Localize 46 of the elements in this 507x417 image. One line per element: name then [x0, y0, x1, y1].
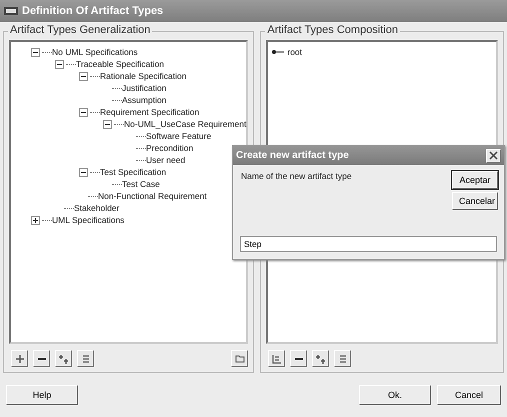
remove-button[interactable]	[33, 350, 50, 367]
expand-icon[interactable]	[31, 216, 40, 224]
tree-item[interactable]: Traceable Specification	[76, 59, 164, 69]
add-button[interactable]	[11, 350, 28, 367]
prompt-text: Name of the new artifact type	[241, 171, 353, 183]
folder-button[interactable]	[231, 350, 248, 367]
remove-button[interactable]	[290, 350, 308, 367]
tree-item[interactable]: Assumption	[122, 95, 166, 105]
collapse-icon[interactable]	[55, 60, 64, 68]
dialog-title: Create new artifact type	[236, 150, 350, 161]
add-icon	[14, 352, 26, 364]
close-button[interactable]	[486, 148, 501, 162]
panel-title: Artifact Types Composition	[265, 24, 400, 36]
collapse-icon[interactable]	[103, 120, 112, 128]
panel-title: Artifact Types Generalization	[8, 24, 152, 36]
collapse-icon[interactable]	[79, 168, 88, 176]
folder-icon	[234, 352, 246, 364]
tree-item[interactable]: root	[287, 47, 302, 57]
tree-item[interactable]: Test Case	[122, 179, 160, 189]
tree-item[interactable]: No-UML_UseCase Requirement	[124, 119, 246, 129]
list-button[interactable]	[334, 350, 352, 367]
tree-item[interactable]: Requirement Specification	[100, 107, 200, 117]
tree-item[interactable]: Justification	[122, 83, 166, 93]
tree-item[interactable]: Stakeholder	[74, 203, 120, 213]
list-button[interactable]	[77, 350, 94, 367]
tree-item[interactable]: Non-Functional Requirement	[98, 191, 207, 201]
help-button[interactable]: Help	[6, 385, 78, 405]
collapse-icon[interactable]	[79, 108, 88, 116]
window-title: Definition Of Artifact Types	[22, 5, 164, 17]
app-icon	[4, 6, 18, 16]
dialog-button[interactable]: Aceptar	[452, 171, 498, 189]
cancel-button[interactable]: Cancel	[437, 385, 501, 405]
dialog-button[interactable]: Cancelar	[452, 192, 498, 210]
tree-item[interactable]: Precondition	[146, 143, 194, 153]
ok-button[interactable]: Ok.	[359, 385, 431, 405]
tree-item[interactable]: User need	[146, 155, 186, 165]
tree-item[interactable]: UML Specifications	[52, 215, 124, 225]
tree-item[interactable]: Software Feature	[146, 131, 212, 141]
arrow-icon	[272, 49, 284, 55]
collapse-icon[interactable]	[79, 72, 88, 80]
tree-item[interactable]: Test Specification	[100, 167, 166, 177]
collapse-icon[interactable]	[31, 48, 40, 56]
name-field[interactable]: Step	[240, 236, 497, 252]
close-icon	[489, 151, 498, 160]
tree-item[interactable]: No UML Specifications	[52, 47, 138, 57]
tree-item[interactable]: Rationale Specification	[100, 71, 186, 81]
